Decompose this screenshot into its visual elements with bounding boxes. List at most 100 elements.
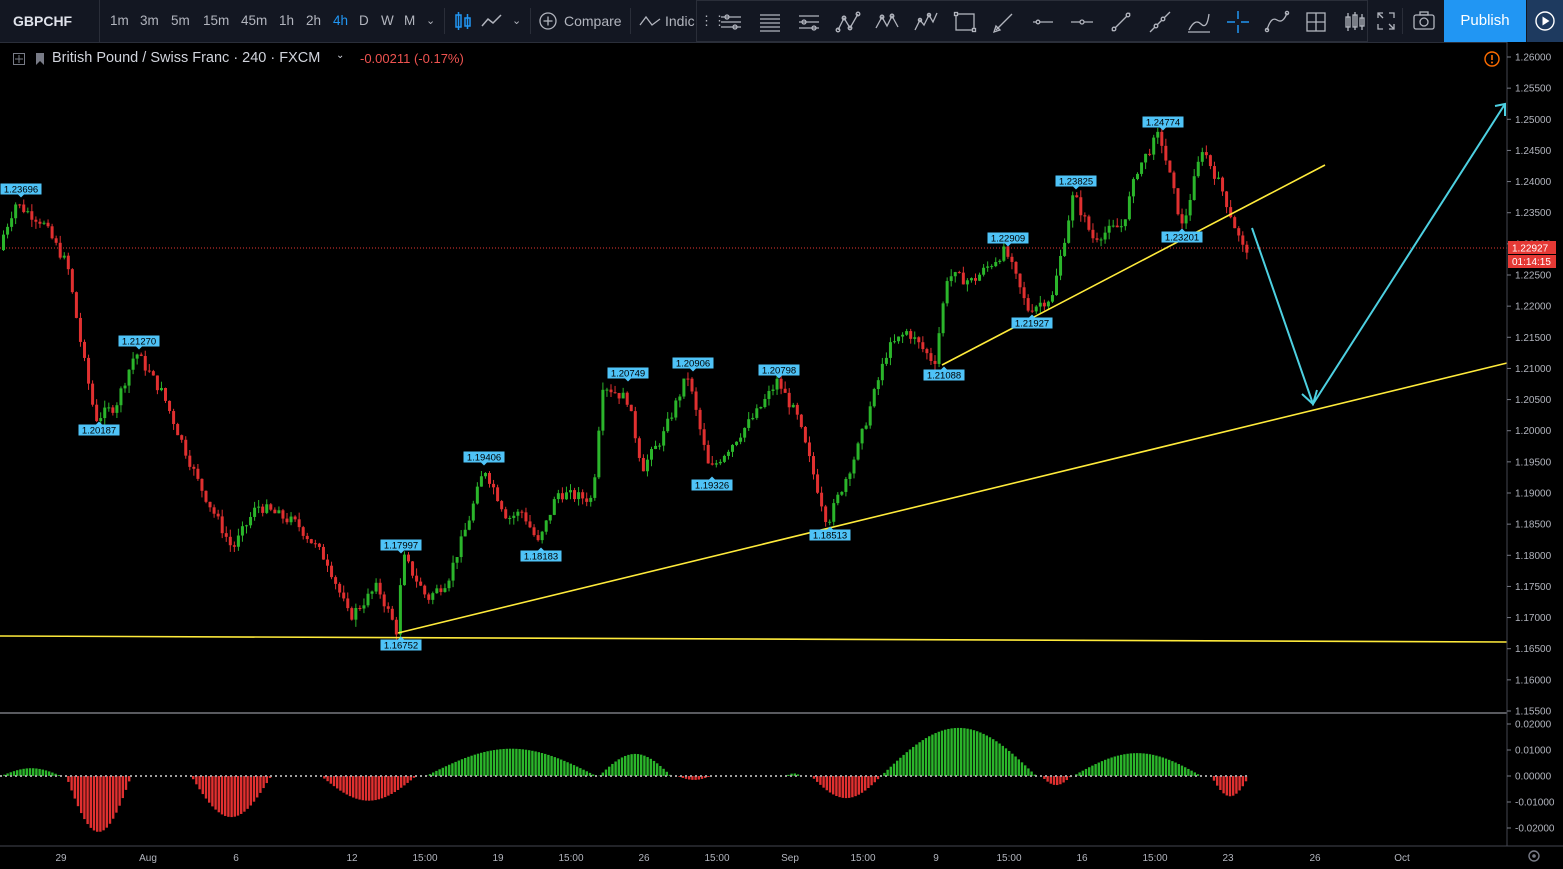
candle-body	[394, 619, 398, 635]
timeframe-1m[interactable]: 1m	[110, 0, 129, 42]
histogram-bar	[246, 776, 249, 809]
pivot-tag-value: 1.21088	[927, 370, 961, 381]
timeframe-2h[interactable]: 2h	[306, 0, 321, 42]
timeframe-dropdown-icon[interactable]: ⌄	[426, 0, 435, 42]
horizontal-line-icon[interactable]	[1068, 8, 1096, 36]
timeframe-w[interactable]: W	[381, 0, 394, 42]
projection-arrow	[1251, 103, 1506, 407]
candle-body	[702, 429, 706, 445]
candle-body	[326, 559, 329, 566]
timeframe-d[interactable]: D	[359, 0, 369, 42]
line-style-icon[interactable]	[480, 10, 504, 32]
candle-body	[820, 492, 824, 507]
indicator-axis-label: 0.00000	[1515, 772, 1552, 783]
xabcd-pattern-icon[interactable]	[873, 8, 901, 36]
drawings[interactable]	[0, 102, 1508, 643]
signal-dot	[745, 775, 747, 777]
candle-body	[488, 472, 491, 484]
crosshair-icon[interactable]	[1224, 8, 1252, 36]
indicators-icon[interactable]	[638, 11, 662, 31]
signal-dot	[1180, 775, 1182, 777]
price-axis-label: 1.25500	[1515, 84, 1552, 95]
fib-channel-icon[interactable]	[795, 8, 823, 36]
signal-dot	[0, 775, 2, 777]
indicators-button[interactable]: Indic	[665, 0, 695, 42]
candle-body	[159, 388, 163, 391]
timeframe-15m[interactable]: 15m	[203, 0, 229, 42]
signal-dot	[930, 775, 932, 777]
signal-dot	[595, 775, 597, 777]
candle-style-icon[interactable]	[452, 10, 474, 32]
signal-dot	[910, 775, 912, 777]
timeframe-3m[interactable]: 3m	[140, 0, 159, 42]
signal-dot	[275, 775, 277, 777]
bar-pattern-icon[interactable]	[1341, 8, 1369, 36]
histogram-bar	[1139, 753, 1142, 776]
ray-icon[interactable]	[1146, 8, 1174, 36]
signal-dot	[995, 775, 997, 777]
histogram-bar	[240, 776, 243, 814]
compare-plus-icon[interactable]	[538, 11, 558, 31]
horizontal-ray-icon[interactable]	[1029, 8, 1057, 36]
candle-body	[1180, 214, 1184, 224]
signal-dot	[380, 775, 382, 777]
signal-dot	[450, 775, 452, 777]
histogram-bar	[976, 731, 979, 776]
rectangle-icon[interactable]	[951, 8, 979, 36]
signal-dot	[130, 775, 132, 777]
timeframe-m[interactable]: M	[404, 0, 415, 42]
signal-dot	[1075, 775, 1077, 777]
candle-body	[832, 503, 836, 522]
signal-dot	[175, 775, 177, 777]
brush-icon[interactable]	[1185, 8, 1213, 36]
candle-body	[905, 331, 909, 335]
candle-body	[334, 577, 338, 584]
candle-body	[236, 535, 240, 547]
histogram-bar	[451, 763, 454, 776]
price-chart[interactable]: 1.23696 1.21270 1.20187 1.17997 1.16752 1.194…	[0, 42, 1563, 869]
long-position-icon[interactable]	[717, 8, 745, 36]
candle-body	[840, 491, 844, 495]
candle-body	[1087, 216, 1091, 230]
measure-icon[interactable]	[1302, 8, 1330, 36]
symbol-search[interactable]: GBPCHF	[0, 0, 100, 42]
fib-retracement-icon[interactable]	[756, 8, 784, 36]
histogram-bar	[566, 762, 569, 776]
histogram-bar	[963, 728, 966, 776]
signal-dot	[455, 775, 457, 777]
trend-line-icon[interactable]	[1107, 8, 1135, 36]
candle-body	[601, 389, 605, 431]
histogram-bar	[252, 776, 256, 802]
publish-button[interactable]: Publish	[1444, 0, 1526, 42]
signal-dot	[10, 775, 12, 777]
indicator-axis-label: -0.01000	[1515, 798, 1555, 809]
timeframe-45m[interactable]: 45m	[241, 0, 267, 42]
candle-body	[147, 370, 151, 372]
candle-body	[22, 204, 26, 213]
chart-style-dropdown-icon[interactable]: ⌄	[512, 0, 521, 42]
histogram-bar	[921, 740, 924, 776]
signal-dot	[1020, 775, 1022, 777]
signal-dot	[785, 775, 787, 777]
timeframe-4h[interactable]: 4h	[333, 0, 348, 42]
abcd-pattern-icon[interactable]	[834, 8, 862, 36]
fullscreen-icon[interactable]	[1376, 11, 1396, 31]
histogram-bar	[1004, 748, 1008, 776]
pen-icon[interactable]	[990, 8, 1018, 36]
candle-body	[1233, 217, 1237, 229]
timeframe-1h[interactable]: 1h	[279, 0, 294, 42]
path-icon[interactable]	[1263, 8, 1291, 36]
histogram-bar	[227, 776, 230, 817]
timeframe-5m[interactable]: 5m	[171, 0, 190, 42]
signal-dot	[960, 775, 962, 777]
time-axis-label: 15:00	[1142, 853, 1167, 864]
compare-button[interactable]: Compare	[564, 0, 622, 42]
replay-button[interactable]	[1527, 0, 1563, 42]
histogram-bar	[656, 763, 659, 776]
candle-body	[1103, 232, 1107, 240]
histogram-bar	[499, 749, 502, 776]
elliott-wave-icon[interactable]	[912, 8, 940, 36]
histogram-bar	[1222, 776, 1225, 794]
camera-icon[interactable]	[1412, 10, 1436, 32]
signal-dot	[720, 775, 722, 777]
